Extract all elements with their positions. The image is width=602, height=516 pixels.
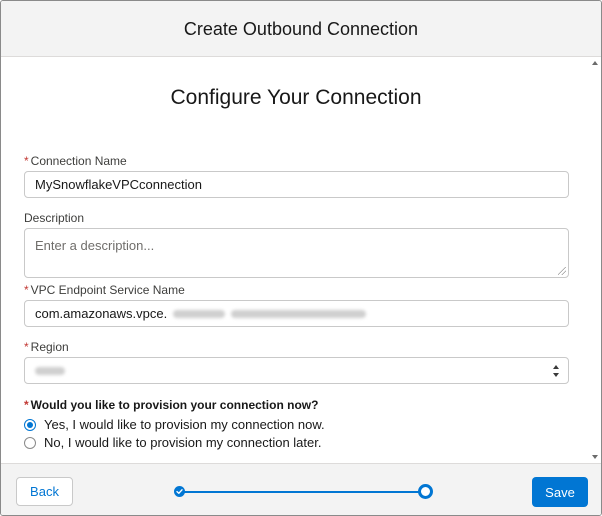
vertical-scrollbar[interactable]: [591, 57, 600, 463]
redacted-text: [173, 309, 226, 318]
required-marker: *: [24, 283, 29, 297]
redacted-text: [231, 309, 367, 318]
connection-name-value: MySnowflakeVPCconnection: [35, 177, 202, 192]
modal-header: Create Outbound Connection: [1, 1, 601, 57]
description-textarea[interactable]: Enter a description...: [24, 228, 569, 278]
progress-bar: [180, 491, 425, 493]
description-label: Description: [24, 211, 85, 225]
required-marker: *: [24, 398, 29, 412]
modal-body: Configure Your Connection * Connection Na…: [1, 57, 601, 463]
connection-name-input[interactable]: MySnowflakeVPCconnection: [24, 171, 569, 198]
required-marker: *: [24, 154, 29, 168]
radio-provision-later[interactable]: No, I would like to provision my connect…: [24, 435, 321, 450]
vpc-endpoint-value: com.amazonaws.vpce.: [35, 306, 168, 321]
back-button[interactable]: Back: [16, 477, 73, 506]
radio-label: Yes, I would like to provision my connec…: [44, 417, 325, 432]
step-2-current[interactable]: [418, 484, 433, 499]
radio-provision-now[interactable]: Yes, I would like to provision my connec…: [24, 417, 325, 432]
vpc-endpoint-label: * VPC Endpoint Service Name: [24, 283, 185, 297]
radio-button[interactable]: [24, 436, 36, 449]
region-label: * Region: [24, 340, 69, 354]
updown-chevron-icon: [552, 365, 560, 377]
modal-title: Create Outbound Connection: [183, 19, 419, 39]
scroll-down-icon[interactable]: [592, 455, 598, 459]
form-heading: Configure Your Connection: [170, 86, 422, 109]
modal-footer: Back Save: [1, 463, 601, 515]
progress-indicator: [172, 483, 434, 501]
vpc-endpoint-input[interactable]: com.amazonaws.vpce.: [24, 300, 569, 327]
check-icon: [176, 489, 183, 494]
scroll-up-icon[interactable]: [592, 61, 598, 65]
region-select[interactable]: [24, 357, 569, 384]
provision-question: * Would you like to provision your connec…: [24, 398, 319, 412]
modal-dialog: Create Outbound Connection Configure You…: [0, 0, 602, 516]
redacted-text: [35, 366, 65, 375]
step-1-complete[interactable]: [174, 486, 185, 497]
save-button[interactable]: Save: [532, 477, 588, 507]
radio-button-checked[interactable]: [24, 418, 36, 431]
connection-name-label: * Connection Name: [24, 154, 127, 168]
required-marker: *: [24, 340, 29, 354]
resize-grip-icon[interactable]: [558, 267, 566, 275]
description-placeholder: Enter a description...: [35, 238, 155, 253]
radio-label: No, I would like to provision my connect…: [44, 435, 322, 450]
